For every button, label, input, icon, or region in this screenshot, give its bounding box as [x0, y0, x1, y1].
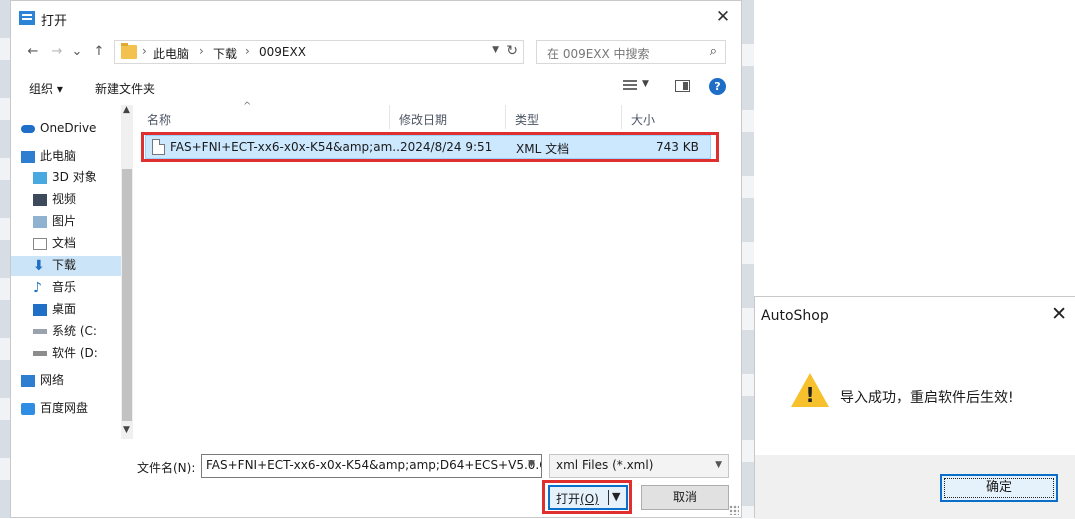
chevron-right-icon: › — [199, 44, 204, 58]
cloud-icon — [21, 124, 35, 133]
close-icon[interactable]: ✕ — [1051, 303, 1067, 325]
message-box-title: AutoShop — [761, 308, 829, 324]
navigation-row: ← → ⌄ ↑ › 此电脑 › 下载 › 009EXX ▼ ↻ 在 009EXX… — [11, 39, 741, 67]
message-text: 导入成功，重启软件后生效! — [840, 390, 1014, 406]
nav-item-music[interactable]: ♪ 音乐 — [33, 278, 123, 298]
command-toolbar: 组织 ▾ 新建文件夹 ▼ ? — [11, 75, 741, 101]
forward-arrow-icon[interactable]: → — [49, 43, 65, 61]
column-divider[interactable] — [505, 105, 506, 129]
nav-item-this-pc[interactable]: 此电脑 — [21, 147, 123, 167]
document-icon — [33, 237, 47, 250]
dialog-titlebar: 打开 ✕ — [11, 1, 741, 35]
refresh-icon[interactable]: ↻ — [506, 43, 518, 59]
help-icon[interactable]: ? — [709, 78, 726, 95]
column-header-name[interactable]: 名称 — [147, 111, 171, 128]
column-header-type[interactable]: 类型 — [515, 111, 539, 128]
file-type-filter[interactable]: xml Files (*.xml) ▼ — [549, 454, 729, 478]
desktop-icon — [33, 303, 47, 316]
nav-item-pictures[interactable]: 图片 — [33, 212, 123, 232]
breadcrumb-downloads[interactable]: 下载 — [213, 45, 237, 62]
chevron-right-icon: › — [245, 44, 250, 58]
column-header-size[interactable]: 大小 — [631, 111, 655, 128]
organize-button[interactable]: 组织 ▾ — [29, 80, 63, 97]
column-divider[interactable] — [389, 105, 390, 129]
ok-button[interactable]: 确定 — [940, 474, 1058, 502]
nav-item-documents[interactable]: 文档 — [33, 234, 123, 254]
music-note-icon: ♪ — [33, 279, 42, 296]
app-icon — [19, 11, 35, 25]
breadcrumb-this-pc[interactable]: 此电脑 — [153, 45, 189, 62]
nav-item-baidu-netdisk[interactable]: 百度网盘 — [21, 399, 123, 419]
search-input[interactable]: 在 009EXX 中搜索 ⌕ — [536, 40, 726, 64]
baidu-netdisk-icon — [21, 402, 35, 415]
nav-item-videos[interactable]: 视频 — [33, 190, 123, 210]
background-stripe-middle — [742, 0, 754, 518]
cancel-button[interactable]: 取消 — [641, 485, 729, 510]
filename-label: 文件名(N): — [137, 461, 196, 475]
picture-icon — [33, 215, 47, 228]
column-header-modified[interactable]: 修改日期 — [399, 111, 447, 128]
new-folder-button[interactable]: 新建文件夹 — [95, 80, 155, 97]
nav-item-drive-c[interactable]: 系统 (C: — [33, 322, 123, 342]
network-icon — [21, 374, 35, 387]
nav-pane-scrollbar[interactable]: ▲ ▼ — [121, 105, 133, 439]
navigation-pane: OneDrive 此电脑 3D 对象 视频 图片 文档 ⬇ 下载 ♪ 音乐 桌面 系… — [11, 105, 133, 439]
chevron-down-icon: ▼ — [715, 460, 722, 470]
open-file-dialog: 打开 ✕ ← → ⌄ ↑ › 此电脑 › 下载 › 009EXX ▼ ↻ 在 0… — [10, 0, 742, 518]
back-arrow-icon[interactable]: ← — [25, 43, 41, 61]
address-bar[interactable]: › 此电脑 › 下载 › 009EXX ▼ ↻ — [114, 40, 524, 64]
chevron-down-icon[interactable]: ▼ — [528, 459, 535, 469]
resize-grip-icon[interactable] — [729, 505, 739, 515]
chevron-down-icon[interactable]: ▼ — [492, 45, 499, 55]
folder-icon — [121, 43, 137, 59]
breadcrumb-folder[interactable]: 009EXX — [259, 45, 306, 59]
filter-value: xml Files (*.xml) — [556, 458, 654, 472]
scrollbar-thumb[interactable] — [122, 169, 132, 421]
filename-input[interactable]: FAS+FNI+ECT-xx6-x0x-K54&amp;amp;D64+ECS+… — [201, 454, 542, 478]
computer-icon — [21, 150, 35, 163]
search-placeholder: 在 009EXX 中搜索 — [547, 47, 650, 61]
close-icon[interactable]: ✕ — [713, 7, 733, 27]
column-divider[interactable] — [621, 105, 622, 129]
scroll-up-icon[interactable]: ▲ — [123, 105, 130, 115]
nav-item-network[interactable]: 网络 — [21, 371, 123, 391]
nav-item-desktop[interactable]: 桌面 — [33, 300, 123, 320]
scroll-down-icon[interactable]: ▼ — [123, 425, 130, 435]
download-arrow-icon: ⬇ — [33, 257, 45, 274]
autoshop-message-box: AutoShop ✕ ! 导入成功，重启软件后生效! 确定 — [754, 296, 1075, 519]
drive-icon — [33, 351, 47, 356]
nav-item-downloads[interactable]: ⬇ 下载 — [11, 256, 123, 276]
sort-ascending-icon: ^ — [243, 101, 252, 112]
up-arrow-icon[interactable]: ↑ — [91, 43, 107, 61]
view-options-icon[interactable] — [623, 80, 637, 92]
nav-item-3d-objects[interactable]: 3D 对象 — [33, 168, 123, 188]
chevron-right-icon: › — [142, 44, 147, 58]
chevron-down-icon[interactable]: ▼ — [642, 79, 649, 89]
open-highlight-box — [542, 480, 632, 514]
background-stripe-left — [0, 0, 10, 518]
recent-locations-icon[interactable]: ⌄ — [69, 43, 85, 61]
nav-item-drive-d[interactable]: 软件 (D: — [33, 344, 123, 364]
preview-pane-icon[interactable] — [675, 80, 690, 92]
exclamation-mark-icon: ! — [805, 383, 815, 407]
video-icon — [33, 193, 47, 206]
dialog-title: 打开 — [41, 14, 68, 29]
search-icon: ⌕ — [709, 44, 717, 59]
file-highlight-box — [141, 132, 719, 162]
nav-item-onedrive[interactable]: OneDrive — [21, 121, 123, 141]
3d-objects-icon — [33, 171, 47, 184]
drive-icon — [33, 329, 47, 334]
